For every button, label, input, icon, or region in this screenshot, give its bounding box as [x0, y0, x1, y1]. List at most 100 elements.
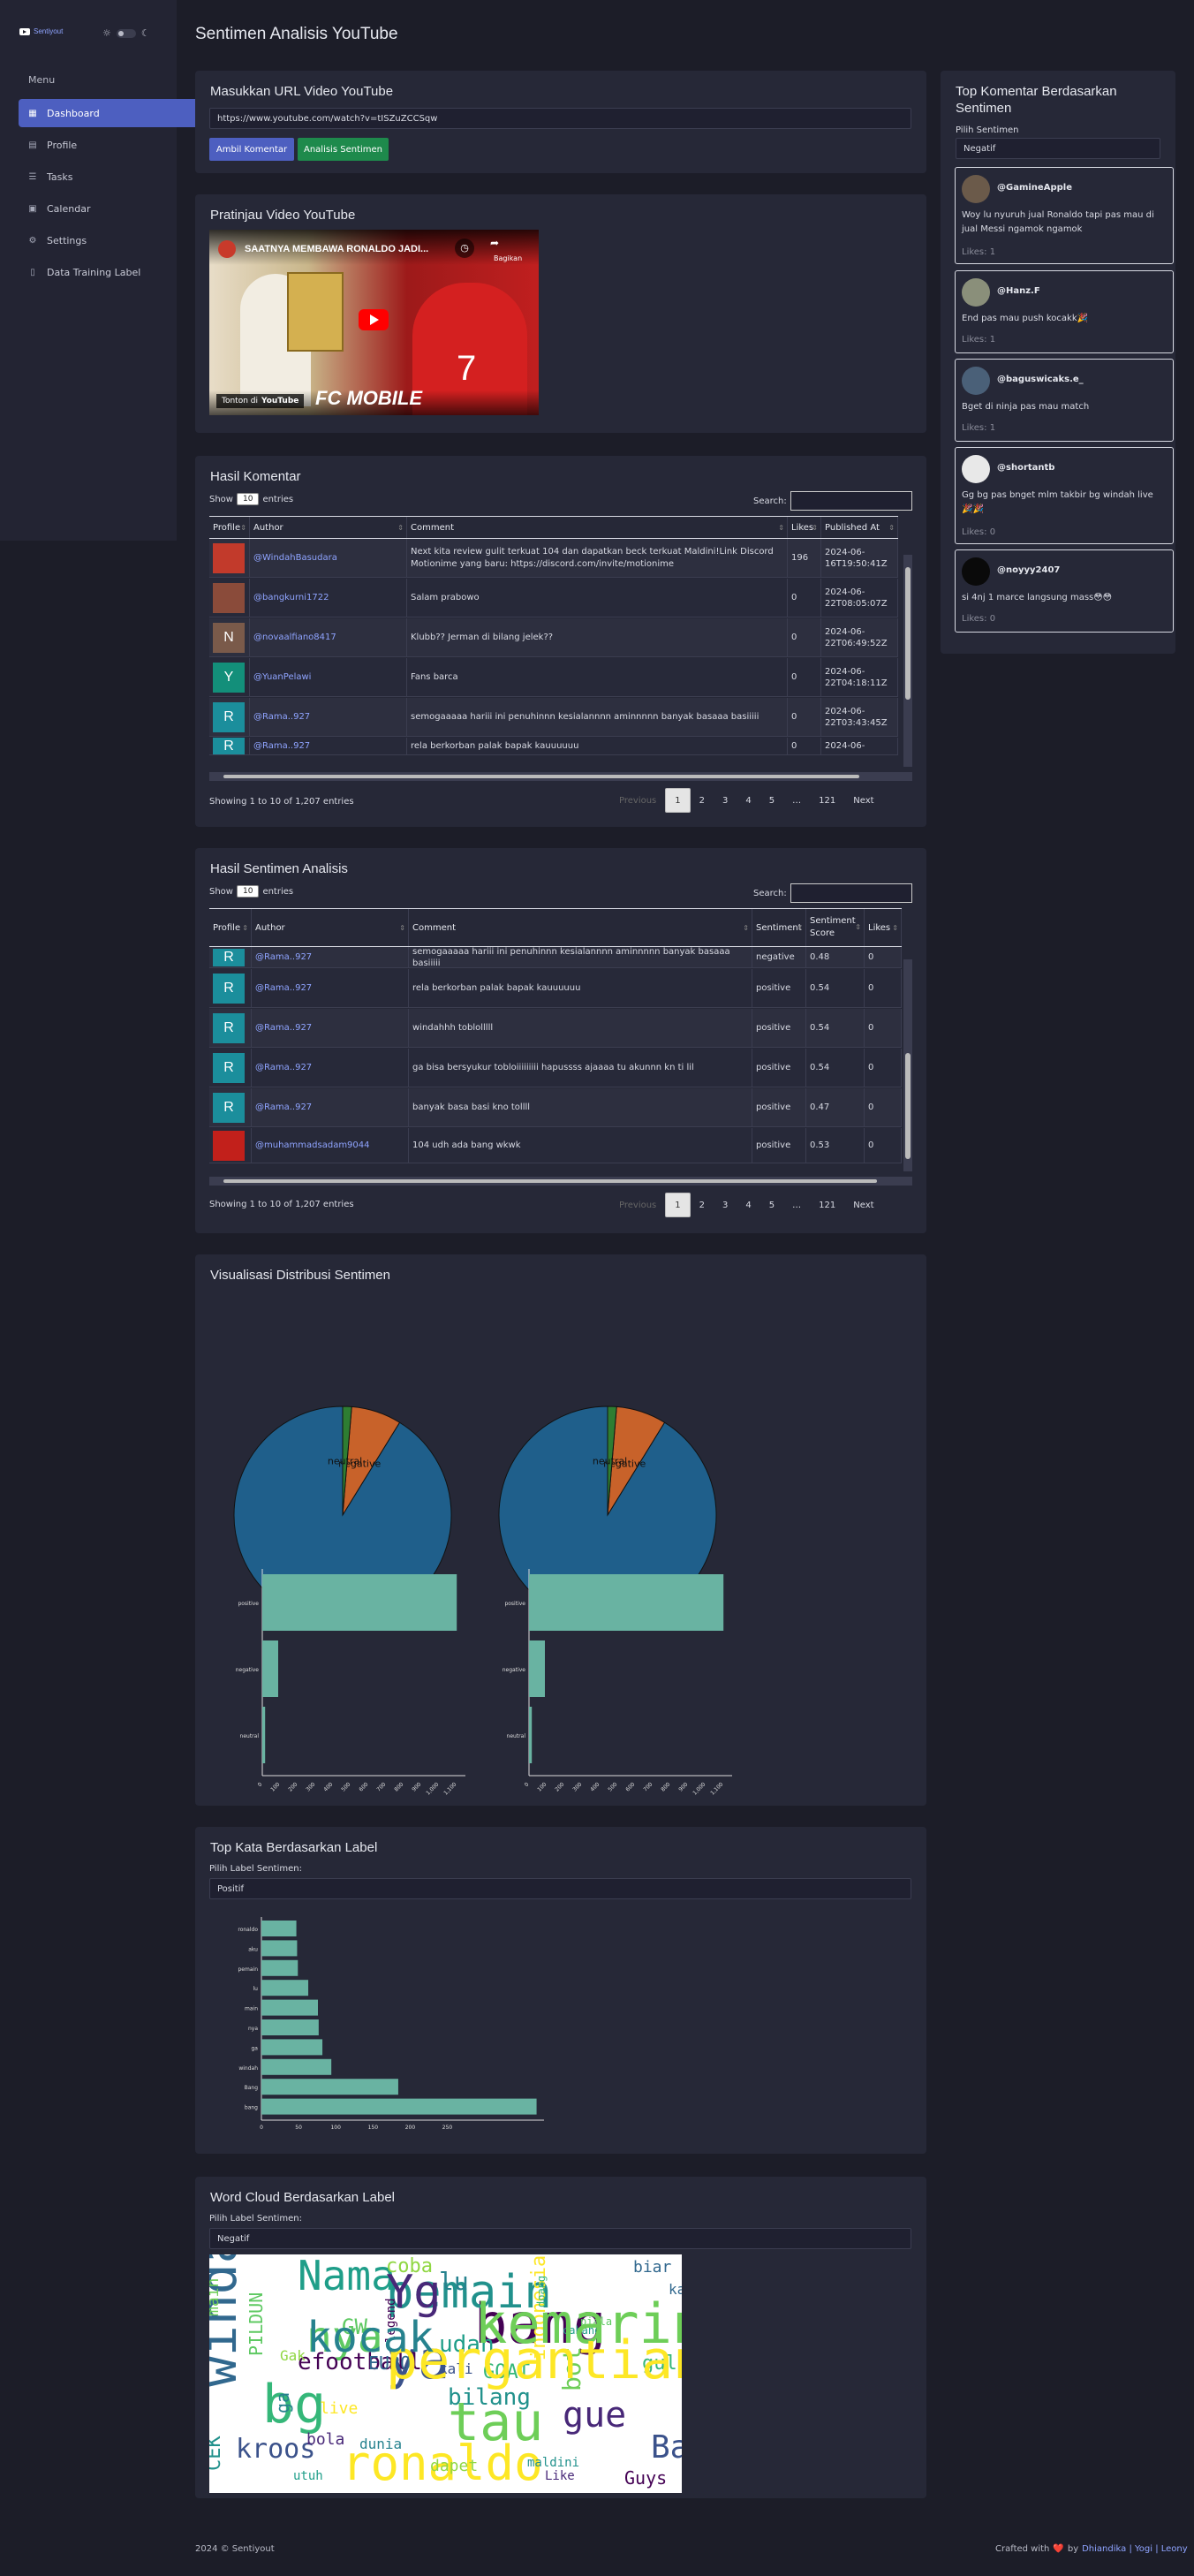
pager-page-last[interactable]: 121: [810, 788, 844, 813]
author-link[interactable]: @Rama..927: [253, 712, 310, 722]
play-button[interactable]: [359, 309, 389, 330]
x-tick-label: 200: [287, 1781, 298, 1792]
col-author[interactable]: Author: [250, 517, 407, 538]
x-tick-label: 200: [554, 1781, 565, 1792]
published-at: 2024-06-22T03:43:45Z: [825, 706, 888, 728]
avatar: R: [213, 948, 245, 966]
video-title: SAATNYA MEMBAWA RONALDO JADI...: [245, 244, 429, 254]
y-tick-label: positive: [504, 1601, 525, 1607]
bar-negative: [262, 1640, 278, 1697]
pager-page-2[interactable]: 2: [691, 788, 714, 813]
col-profile[interactable]: Profile: [209, 909, 252, 946]
sentiment-vscroll[interactable]: [903, 959, 912, 1171]
author-link[interactable]: @novaalfiano8417: [253, 633, 336, 642]
sidebar-item-data-training-label[interactable]: ▯ Data Training Label: [19, 258, 204, 286]
col-author[interactable]: Author: [252, 909, 409, 946]
share-icon[interactable]: ➦: [490, 237, 499, 249]
likes-value: 0: [868, 1140, 874, 1150]
cloud-word: main: [209, 2278, 223, 2316]
author-link[interactable]: @YuanPelawi: [253, 672, 311, 682]
col-likes[interactable]: Likes: [865, 909, 902, 946]
comments-vscroll[interactable]: [903, 555, 912, 767]
sun-icon: ☼: [102, 27, 111, 39]
comments-hscroll[interactable]: [209, 772, 912, 781]
pager-page-3[interactable]: 3: [714, 1193, 737, 1217]
sidebar-item-tasks[interactable]: ☰ Tasks: [19, 163, 204, 191]
pager-page-5[interactable]: 5: [760, 788, 783, 813]
page-length: Show 10 entries: [209, 885, 294, 898]
page-length-select[interactable]: 10: [236, 885, 260, 898]
sidebar-item-profile[interactable]: ▤ Profile: [19, 131, 204, 159]
bar-neutral: [262, 1707, 266, 1763]
col-comment[interactable]: Comment: [407, 517, 788, 538]
sentiment-label: positive: [756, 983, 791, 993]
pager-page-3[interactable]: 3: [714, 788, 737, 813]
pager-page-last[interactable]: 121: [810, 1193, 844, 1217]
sentiment-hscroll[interactable]: [209, 1177, 912, 1186]
fetch-comments-button[interactable]: Ambil Komentar: [209, 138, 294, 161]
analyze-sentiment-button[interactable]: Analisis Sentimen: [298, 138, 389, 161]
col-published[interactable]: Published At: [821, 517, 898, 538]
clock-icon[interactable]: ◷: [455, 239, 474, 258]
x-tick-label: 100: [269, 1781, 281, 1792]
col-likes[interactable]: Likes: [788, 517, 821, 538]
comment-text: Bget di ninja pas mau match: [962, 402, 1090, 412]
col-sentiment[interactable]: Sentiment: [752, 909, 806, 946]
sidebar-item-settings[interactable]: ⚙ Settings: [19, 226, 204, 254]
published-at: 2024-06-22T04:18:11Z: [825, 666, 888, 688]
x-tick-label: 1,000: [691, 1781, 707, 1796]
authors-link[interactable]: Dhiandika | Yogi | Leony: [1082, 2544, 1188, 2554]
author-link[interactable]: @Rama..927: [255, 951, 312, 963]
top-comments-card: Top Komentar Berdasarkan Sentimen Pilih …: [941, 71, 1175, 654]
video-player[interactable]: SAATNYA MEMBAWA RONALDO JADI... ◷ ➦ Bagi…: [209, 230, 539, 415]
pager-page-2[interactable]: 2: [691, 1193, 714, 1217]
pager-previous[interactable]: Previous: [610, 1193, 665, 1217]
x-tick-label: 700: [375, 1781, 387, 1792]
comments-title: Hasil Komentar: [210, 469, 301, 484]
comment-text: Salam prabowo: [411, 592, 480, 602]
pager-next[interactable]: Next: [844, 788, 882, 813]
pager-page-1[interactable]: 1: [665, 1193, 691, 1217]
x-tick-label: 600: [624, 1781, 636, 1792]
author-link[interactable]: @Rama..927: [255, 1022, 312, 1034]
table-row: @bangkurni1722 Salam prabowo 0 2024-06-22T0…: [209, 579, 898, 617]
fc-mobile-logo: FC MOBILE: [315, 387, 422, 409]
pager-page-4[interactable]: 4: [737, 1193, 759, 1217]
pager-page-1[interactable]: 1: [665, 788, 691, 813]
published-at: 2024-06-22T08:05:07Z: [825, 587, 888, 609]
author-link[interactable]: @Rama..927: [255, 1062, 312, 1073]
search-input[interactable]: [790, 883, 912, 903]
x-tick-label: 600: [358, 1781, 369, 1792]
col-profile[interactable]: Profile: [209, 517, 250, 538]
pager-page-4[interactable]: 4: [737, 788, 759, 813]
author-link[interactable]: @bangkurni1722: [253, 593, 329, 602]
author-link[interactable]: @muhammadsadam9044: [255, 1140, 370, 1151]
comment-text: banyak basa basi kno tollll: [412, 1102, 531, 1112]
y-tick-label: ga: [252, 2045, 259, 2051]
grid-icon: ▦: [28, 108, 37, 118]
theme-toggle[interactable]: [116, 28, 136, 38]
pager-previous[interactable]: Previous: [610, 788, 665, 813]
app-logo[interactable]: Sentiyout: [19, 27, 63, 35]
likes-value: 0: [791, 593, 797, 602]
col-sentiment-score[interactable]: Sentiment Score: [806, 909, 865, 946]
author-link[interactable]: @WindahBasudara: [253, 553, 337, 563]
url-input[interactable]: https://www.youtube.com/watch?v=tISZuZCC…: [209, 108, 911, 129]
author-link[interactable]: @Rama..927: [255, 1102, 312, 1113]
author-link[interactable]: @Rama..927: [255, 982, 312, 994]
search-input[interactable]: [790, 491, 912, 511]
youtube-icon: [19, 27, 30, 35]
watch-on-youtube[interactable]: Tonton di YouTube: [216, 394, 305, 408]
sentiment-label: positive: [756, 1140, 791, 1150]
author-link[interactable]: @Rama..927: [253, 741, 310, 751]
x-tick-label: 900: [677, 1781, 689, 1792]
sidebar-item-dashboard[interactable]: ▦ Dashboard: [19, 99, 204, 127]
likes-value: 0: [868, 1102, 874, 1112]
pager-page-5[interactable]: 5: [760, 1193, 783, 1217]
top-comments-select[interactable]: Negatif: [956, 138, 1160, 159]
col-comment[interactable]: Comment: [409, 909, 752, 946]
page-length-select[interactable]: 10: [236, 493, 260, 505]
sidebar-item-calendar[interactable]: ▣ Calendar: [19, 194, 204, 223]
pager-next[interactable]: Next: [844, 1193, 882, 1217]
wordcloud-select[interactable]: Negatif: [209, 2228, 911, 2249]
